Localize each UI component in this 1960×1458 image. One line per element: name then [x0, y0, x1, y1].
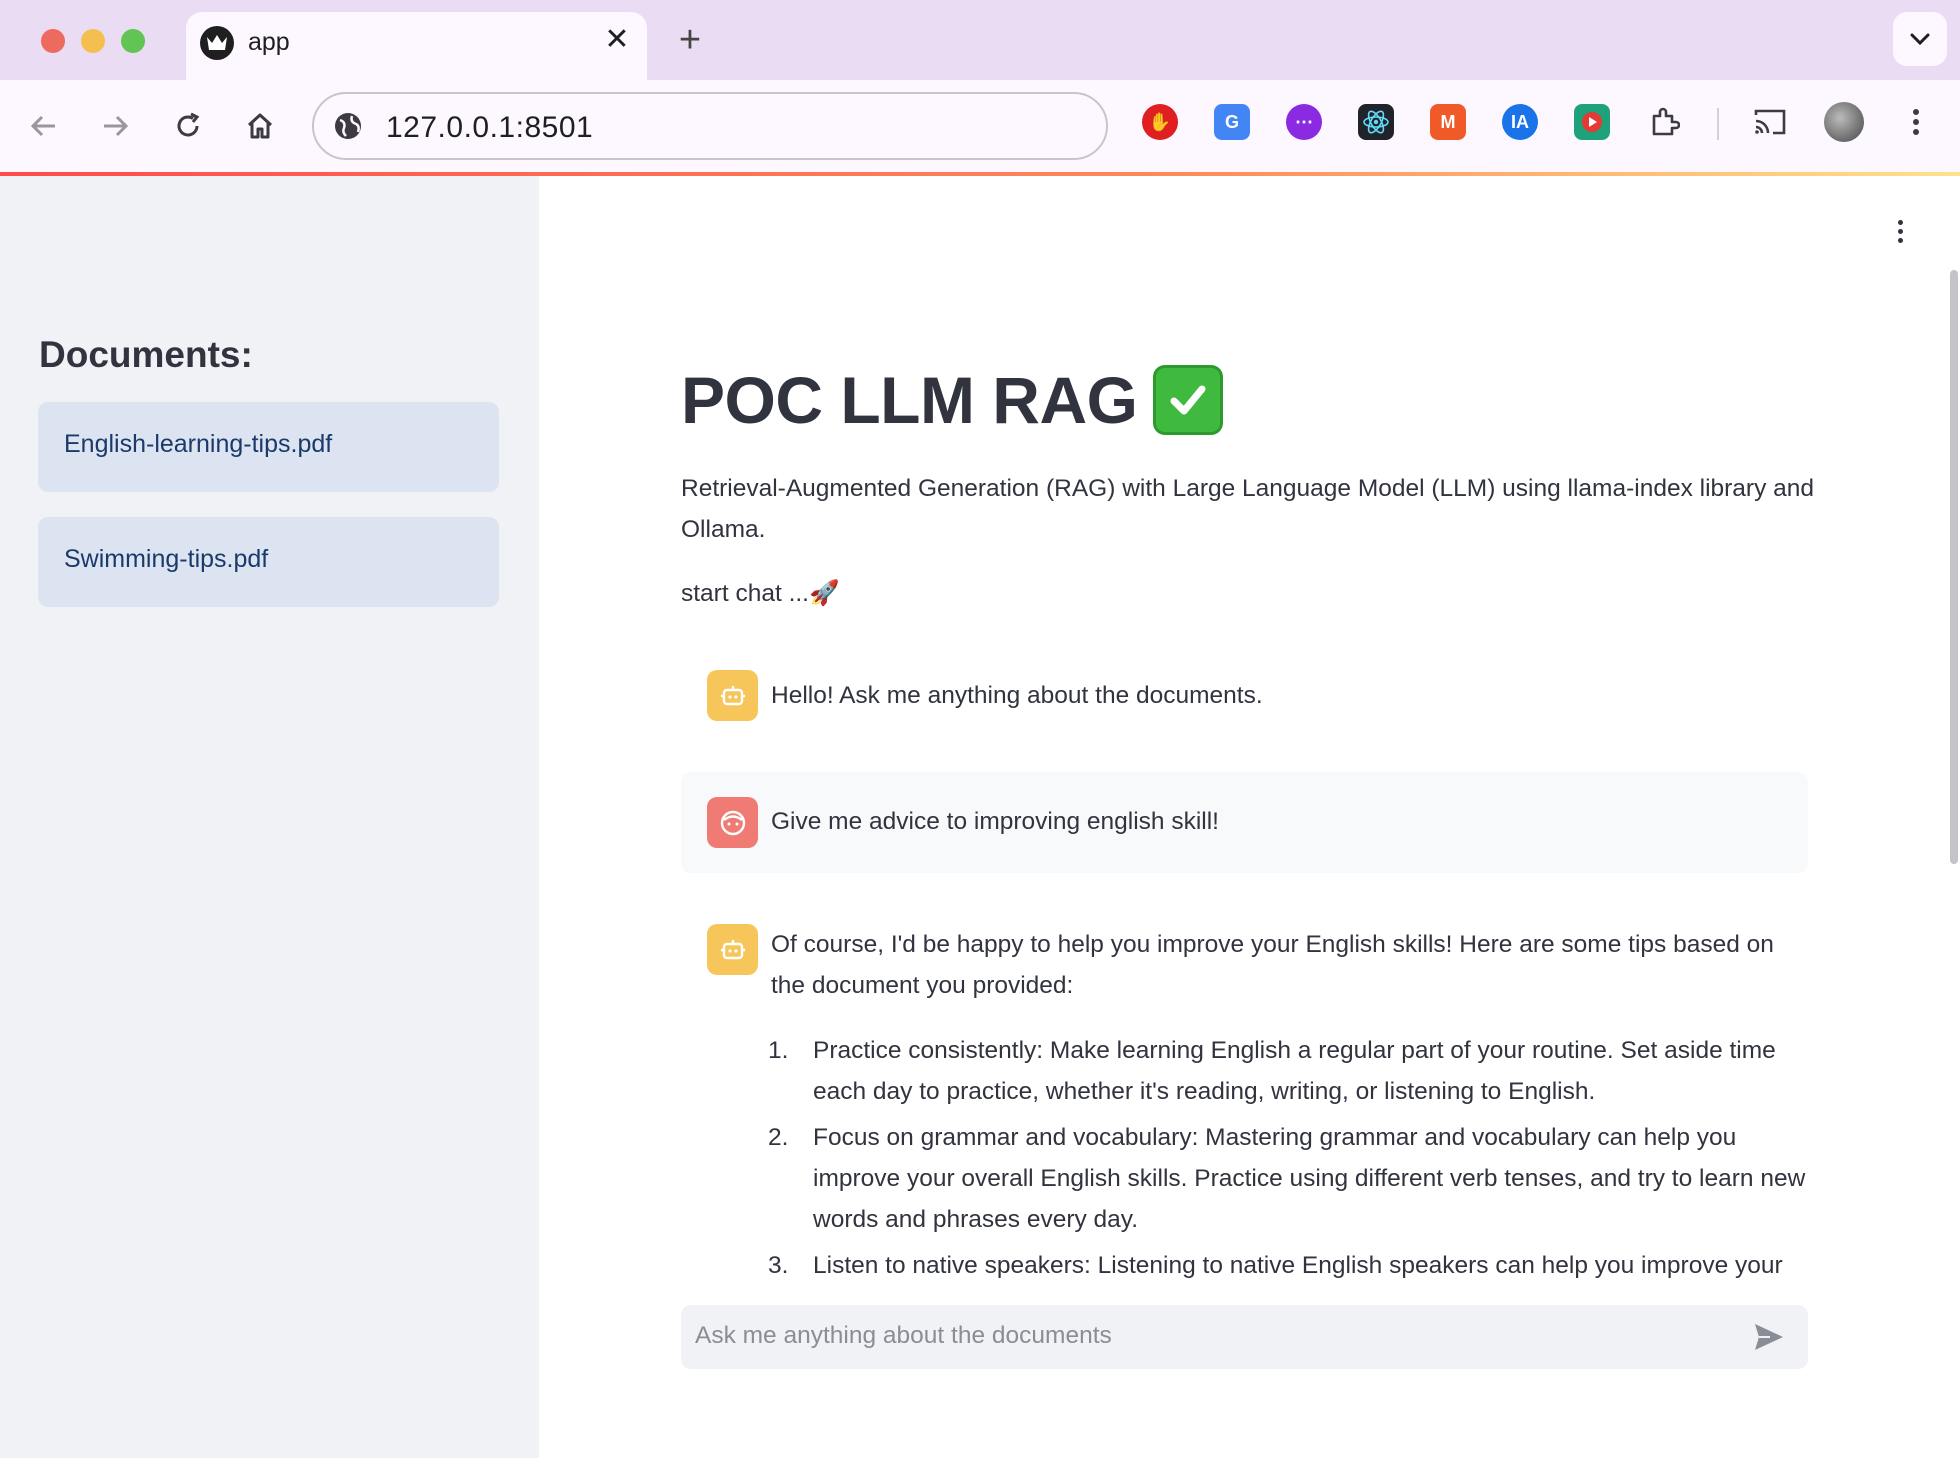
- list-number: 1.: [768, 1037, 789, 1064]
- sidebar-heading: Documents:: [39, 334, 253, 375]
- main-content: POC LLM RAG Retrieval-Augmented Generati…: [539, 176, 1960, 1458]
- react-devtools-icon[interactable]: [1358, 104, 1394, 140]
- reload-button[interactable]: [166, 104, 210, 148]
- document-item-english[interactable]: English-learning-tips.pdf: [38, 402, 499, 492]
- tab-close-icon[interactable]: ✕: [599, 22, 635, 58]
- list-item-text: Listen to native speakers: Listening to …: [813, 1252, 1783, 1279]
- page-title-text: POC LLM RAG: [681, 363, 1138, 437]
- maximize-window-button[interactable]: [121, 29, 145, 53]
- assistant-message: Of course, I'd be happy to help you impr…: [771, 931, 1774, 999]
- assistant-message: Hello! Ask me anything about the documen…: [771, 682, 1263, 709]
- start-chat-text: start chat ...🚀: [681, 580, 840, 607]
- tips-list: 1. Practice consistently: Make learning …: [768, 1030, 1808, 1291]
- user-message: Give me advice to improving english skil…: [771, 808, 1219, 835]
- toolbar-divider: [1717, 108, 1719, 140]
- address-bar[interactable]: 127.0.0.1:8501: [312, 92, 1108, 160]
- back-arrow-icon: [30, 115, 55, 137]
- forward-button[interactable]: [93, 104, 137, 148]
- list-item: 1. Practice consistently: Make learning …: [768, 1030, 1808, 1112]
- page-title: POC LLM RAG: [681, 362, 1224, 438]
- list-item: 2. Focus on grammar and vocabulary: Mast…: [768, 1117, 1808, 1240]
- chat-input-placeholder: Ask me anything about the documents: [695, 1322, 1112, 1349]
- minimize-window-button[interactable]: [81, 29, 105, 53]
- main-menu-button[interactable]: [1890, 220, 1910, 250]
- send-icon[interactable]: [1752, 1320, 1786, 1354]
- browser-tab[interactable]: app ✕: [186, 12, 647, 80]
- list-item-text: Practice consistently: Make learning Eng…: [813, 1037, 1776, 1105]
- home-icon: [247, 113, 273, 139]
- m-extension-icon[interactable]: M: [1430, 104, 1466, 140]
- sidebar: Documents: English-learning-tips.pdf Swi…: [0, 176, 539, 1458]
- browser-titlebar: app ✕ +: [0, 0, 1960, 80]
- streamlit-crown-icon: [200, 26, 234, 60]
- list-number: 2.: [768, 1124, 789, 1151]
- robot-icon: [707, 670, 758, 721]
- list-item-text: Focus on grammar and vocabulary: Masteri…: [813, 1124, 1806, 1233]
- list-number: 3.: [768, 1252, 789, 1279]
- extensions-icon[interactable]: [1646, 104, 1682, 140]
- robot-icon: [707, 924, 758, 975]
- face-icon: [707, 797, 758, 848]
- scrollbar[interactable]: [1950, 270, 1958, 864]
- list-item: 3. Listen to native speakers: Listening …: [768, 1245, 1808, 1286]
- chat-input-area: [539, 1369, 1960, 1458]
- check-mark-icon: [1153, 365, 1224, 435]
- back-button[interactable]: [22, 104, 66, 148]
- translate-extension-icon[interactable]: G: [1214, 104, 1250, 140]
- browser-menu-button[interactable]: [1898, 104, 1934, 140]
- document-label: English-learning-tips.pdf: [64, 430, 333, 458]
- chevron-down-icon: [1910, 33, 1930, 46]
- profile-avatar[interactable]: [1824, 102, 1864, 142]
- site-info-icon: [335, 113, 361, 139]
- adblock-extension-icon[interactable]: ✋: [1142, 104, 1178, 140]
- app-description: Retrieval-Augmented Generation (RAG) wit…: [681, 475, 1815, 543]
- url-text: 127.0.0.1:8501: [386, 111, 594, 144]
- more-vert-icon: [1913, 109, 1919, 135]
- document-item-swimming[interactable]: Swimming-tips.pdf: [38, 517, 499, 607]
- cast-icon[interactable]: [1752, 104, 1788, 140]
- tab-title: app: [248, 28, 290, 56]
- chat-input[interactable]: Ask me anything about the documents: [681, 1305, 1808, 1369]
- close-window-button[interactable]: [41, 29, 65, 53]
- code-extension-icon[interactable]: ⋯: [1286, 104, 1322, 140]
- browser-toolbar: 127.0.0.1:8501 ✋ G ⋯ M IA: [0, 80, 1960, 172]
- new-tab-button[interactable]: +: [670, 18, 710, 62]
- ia-extension-icon[interactable]: IA: [1502, 104, 1538, 140]
- reload-icon: [177, 112, 200, 137]
- forward-arrow-icon: [104, 115, 129, 137]
- home-button[interactable]: [238, 104, 282, 148]
- tab-search-button[interactable]: [1893, 12, 1947, 66]
- document-label: Swimming-tips.pdf: [64, 545, 269, 573]
- video-extension-icon[interactable]: [1574, 104, 1610, 140]
